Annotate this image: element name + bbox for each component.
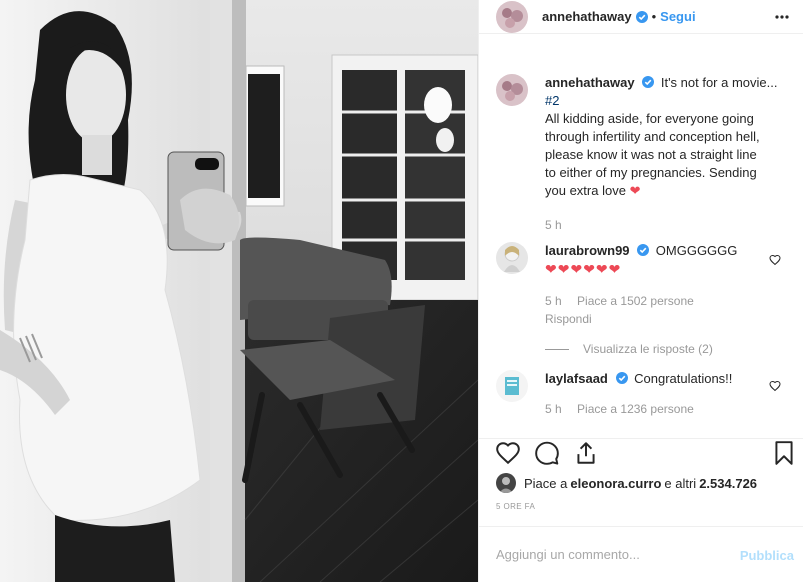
header-username[interactable]: annehathaway <box>542 9 632 24</box>
caption-line: through infertility and conception hell, <box>545 129 760 144</box>
more-icon[interactable] <box>774 10 790 24</box>
comment-likes[interactable]: Piace a 1502 persone <box>577 294 694 308</box>
likes-summary[interactable]: Piace a eleonora.curro e altri 2.534.726 <box>496 473 757 493</box>
likes-count[interactable]: 2.534.726 <box>699 476 757 491</box>
avatar[interactable] <box>496 370 528 402</box>
comment-text: OMGGGGGG <box>655 243 738 258</box>
like-comment-icon[interactable] <box>769 254 781 266</box>
verified-icon <box>642 76 655 88</box>
follow-button[interactable]: Segui <box>660 9 695 24</box>
likes-user[interactable]: eleonora.curro <box>570 476 661 491</box>
caption-time[interactable]: 5 h <box>545 218 562 232</box>
separator-dot: • <box>651 9 657 24</box>
verified-icon <box>615 372 628 384</box>
avatar[interactable] <box>496 0 528 33</box>
comment-composer: Pubblica <box>479 526 803 582</box>
publish-button[interactable]: Pubblica <box>740 548 794 563</box>
comment-username[interactable]: laylafsaad <box>545 371 608 386</box>
likes-prefix: Piace a <box>524 475 568 491</box>
avatar <box>496 473 516 493</box>
replies-line <box>545 348 569 350</box>
comments-list[interactable]: annehathaway It's not for a movie... #2 … <box>479 62 803 438</box>
comment-hearts: ❤❤❤❤❤❤ <box>545 261 622 277</box>
caption-line: All kidding aside, for everyone going <box>545 111 754 126</box>
caption: annehathaway It's not for a movie... #2 … <box>496 74 791 244</box>
comment-icon[interactable] <box>534 440 560 466</box>
likes-middle: e altri <box>664 475 697 491</box>
bookmark-icon[interactable] <box>772 440 796 466</box>
caption-line: you extra love <box>545 183 626 198</box>
comment-item: laylafsaad Congratulations!! 5 h Piace a… <box>496 370 791 430</box>
verified-icon <box>637 244 650 256</box>
avatar[interactable] <box>496 74 528 106</box>
comment-likes[interactable]: Piace a 1236 persone <box>577 402 694 416</box>
reply-button[interactable]: Rispondi <box>545 310 785 328</box>
comment-time[interactable]: 5 h <box>545 402 562 416</box>
view-replies-label: Visualizza le risposte (2) <box>583 342 713 356</box>
verified-icon <box>635 10 648 23</box>
post-timestamp[interactable]: 5 ORE FA <box>496 502 535 511</box>
caption-line: to either of my pregnancies. Sending <box>545 165 757 180</box>
heart-emoji: ❤ <box>629 183 641 198</box>
avatar[interactable] <box>496 242 528 274</box>
post-image <box>0 0 478 582</box>
comment-username[interactable]: laurabrown99 <box>545 243 630 258</box>
comment-text: Congratulations!! <box>634 371 733 386</box>
heart-icon[interactable] <box>495 440 521 466</box>
action-bar <box>479 438 803 472</box>
share-icon[interactable] <box>573 440 599 466</box>
hashtag-link[interactable]: #2 <box>545 92 785 110</box>
post-photo[interactable] <box>0 0 478 582</box>
comment-input[interactable] <box>496 547 726 562</box>
caption-username[interactable]: annehathaway <box>545 75 635 90</box>
view-replies-button[interactable]: Visualizza le risposte (2) <box>545 340 785 358</box>
comment-item: laurabrown99 OMGGGGGG ❤❤❤❤❤❤ 5 h Piace a… <box>496 242 791 356</box>
like-comment-icon[interactable] <box>769 380 781 392</box>
caption-line: It's not for a movie... <box>660 75 778 90</box>
post-header: annehathaway • Segui <box>479 0 803 34</box>
caption-line: please know it was not a straight line <box>545 147 757 162</box>
comment-time[interactable]: 5 h <box>545 294 562 308</box>
post-side-panel: annehathaway • Segui annehathaway It's n… <box>478 0 803 582</box>
